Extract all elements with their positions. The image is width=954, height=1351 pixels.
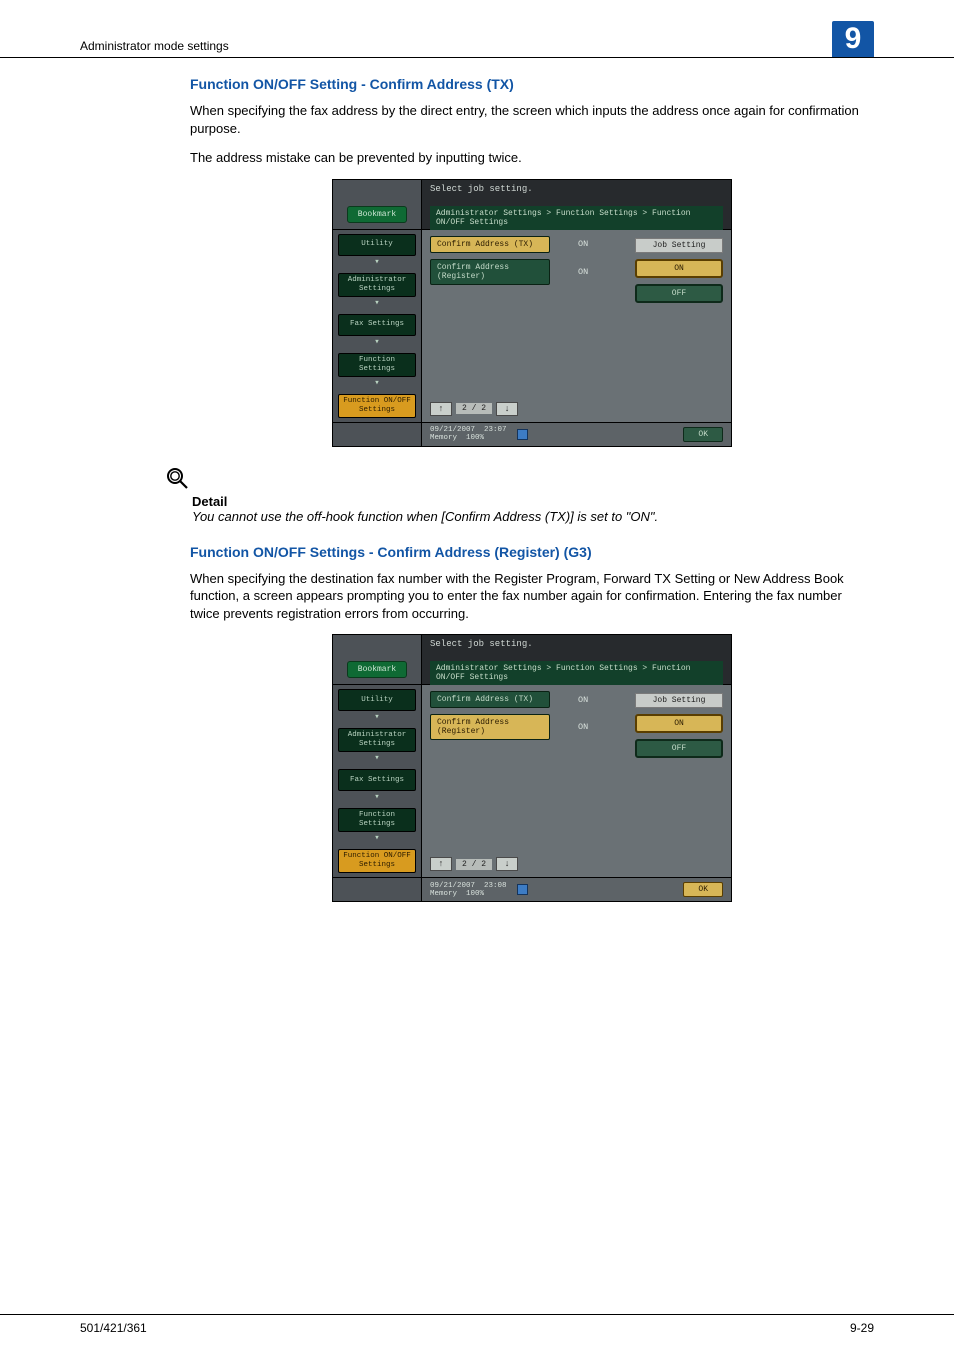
nav-utility[interactable]: Utility <box>338 234 416 256</box>
nav-function-onoff[interactable]: Function ON/OFF Settings <box>338 849 416 873</box>
device-panel: Bookmark Select job setting. Administrat… <box>332 634 732 902</box>
bookmark-button[interactable]: Bookmark <box>347 661 407 678</box>
device-panel: Bookmark Select job setting. Administrat… <box>332 179 732 447</box>
chevron-down-icon: ▾ <box>374 258 379 267</box>
row-confirm-address-register[interactable]: Confirm Address (Register) <box>430 259 550 285</box>
chapter-number-badge: 9 <box>832 21 874 57</box>
header-section-title: Administrator mode settings <box>80 39 229 57</box>
pager-indicator: 2 / 2 <box>456 859 492 870</box>
job-setting-label: Job Setting <box>635 693 723 708</box>
paragraph: When specifying the destination fax numb… <box>190 570 874 623</box>
on-button[interactable]: ON <box>635 714 723 733</box>
status-datetime: 09/21/2007 23:07 Memory 100% <box>430 426 507 443</box>
storage-icon <box>517 429 528 440</box>
nav-admin-settings[interactable]: Administrator Settings <box>338 728 416 752</box>
row-value: ON <box>578 239 588 249</box>
panel-nav: Utility ▾ Administrator Settings ▾ Fax S… <box>333 230 421 422</box>
pager-down-button[interactable]: ↓ <box>496 402 518 416</box>
off-button[interactable]: OFF <box>635 284 723 303</box>
job-setting-label: Job Setting <box>635 238 723 253</box>
ok-button[interactable]: OK <box>683 427 723 442</box>
nav-function-onoff[interactable]: Function ON/OFF Settings <box>338 394 416 418</box>
footer-page-number: 9-29 <box>850 1321 874 1335</box>
pager-up-button[interactable]: ↑ <box>430 402 452 416</box>
pager-down-button[interactable]: ↓ <box>496 857 518 871</box>
chevron-down-icon: ▾ <box>374 713 379 722</box>
page-content: Function ON/OFF Setting - Confirm Addres… <box>0 58 954 902</box>
detail-body: You cannot use the off-hook function whe… <box>192 509 874 524</box>
chevron-down-icon: ▾ <box>374 793 379 802</box>
detail-title: Detail <box>192 494 874 509</box>
on-button[interactable]: ON <box>635 259 723 278</box>
nav-fax-settings[interactable]: Fax Settings <box>338 314 416 336</box>
row-value: ON <box>578 722 588 732</box>
chevron-down-icon: ▾ <box>374 299 379 308</box>
chevron-down-icon: ▾ <box>374 754 379 763</box>
breadcrumb: Administrator Settings > Function Settin… <box>430 661 723 685</box>
page-header: Administrator mode settings 9 <box>0 0 954 58</box>
bookmark-button[interactable]: Bookmark <box>347 206 407 223</box>
nav-admin-settings[interactable]: Administrator Settings <box>338 273 416 297</box>
section-heading: Function ON/OFF Settings - Confirm Addre… <box>190 544 874 560</box>
row-value: ON <box>578 267 588 277</box>
chevron-down-icon: ▾ <box>374 338 379 347</box>
status-datetime: 09/21/2007 23:08 Memory 100% <box>430 882 507 899</box>
pager-indicator: 2 / 2 <box>456 403 492 414</box>
panel-instruction: Select job setting. <box>430 639 723 649</box>
row-value: ON <box>578 695 588 705</box>
chevron-down-icon: ▾ <box>374 834 379 843</box>
storage-icon <box>517 884 528 895</box>
row-confirm-address-tx[interactable]: Confirm Address (TX) <box>430 691 550 708</box>
nav-utility[interactable]: Utility <box>338 689 416 711</box>
nav-fax-settings[interactable]: Fax Settings <box>338 769 416 791</box>
row-confirm-address-tx[interactable]: Confirm Address (TX) <box>430 236 550 253</box>
footer-model: 501/421/361 <box>80 1321 147 1335</box>
pager-up-button[interactable]: ↑ <box>430 857 452 871</box>
ok-button[interactable]: OK <box>683 882 723 897</box>
panel-screenshot: Bookmark Select job setting. Administrat… <box>190 179 874 447</box>
panel-screenshot: Bookmark Select job setting. Administrat… <box>190 634 874 902</box>
paragraph: The address mistake can be prevented by … <box>190 149 874 167</box>
page-footer: 501/421/361 9-29 <box>0 1314 954 1351</box>
panel-instruction: Select job setting. <box>430 184 723 194</box>
paragraph: When specifying the fax address by the d… <box>190 102 874 137</box>
section-heading: Function ON/OFF Setting - Confirm Addres… <box>190 76 874 92</box>
nav-function-settings[interactable]: Function Settings <box>338 353 416 377</box>
nav-function-settings[interactable]: Function Settings <box>338 808 416 832</box>
breadcrumb: Administrator Settings > Function Settin… <box>430 206 723 230</box>
chevron-down-icon: ▾ <box>374 379 379 388</box>
panel-nav: Utility ▾ Administrator Settings ▾ Fax S… <box>333 685 421 877</box>
row-confirm-address-register[interactable]: Confirm Address (Register) <box>430 714 550 740</box>
off-button[interactable]: OFF <box>635 739 723 758</box>
detail-note: Detail You cannot use the off-hook funct… <box>164 465 874 524</box>
